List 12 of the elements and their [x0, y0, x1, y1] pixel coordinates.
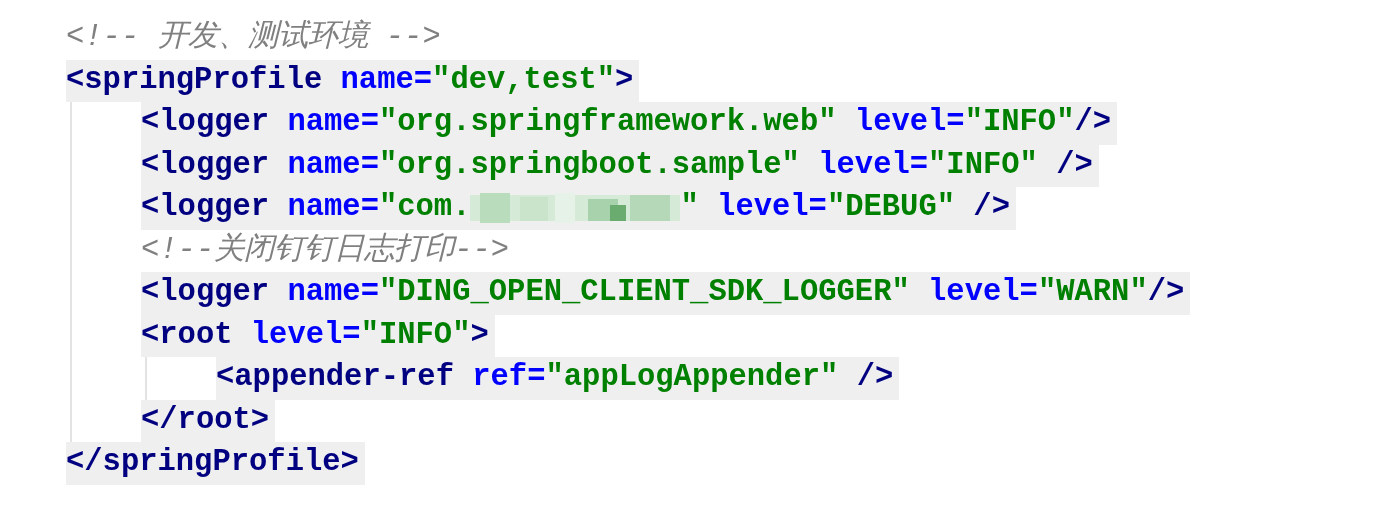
code-text: <springProfile name="dev,test">	[66, 61, 634, 99]
code-text: <logger name="org.springboot.sample" level="INFO" />	[141, 146, 1093, 184]
code-text: <logger name="com.	[141, 189, 471, 227]
code-text: <root level="INFO">	[141, 316, 489, 354]
code-text: </root>	[141, 401, 270, 439]
code-text: <appender-ref ref="appLogAppender" />	[216, 359, 894, 397]
code-text: </springProfile>	[66, 444, 359, 482]
code-comment: <!--关闭钉钉日志打印-->	[141, 231, 510, 269]
code-text: <logger name="org.springframework.web" level="INFO"/>	[141, 104, 1112, 142]
code-text: <logger name="DING_OPEN_CLIENT_SDK_LOGGER" level="WARN"/>	[141, 274, 1185, 312]
code-text: " level="DEBUG" />	[680, 189, 1010, 227]
code-comment: <!-- 开发、测试环境 -->	[66, 18, 441, 57]
